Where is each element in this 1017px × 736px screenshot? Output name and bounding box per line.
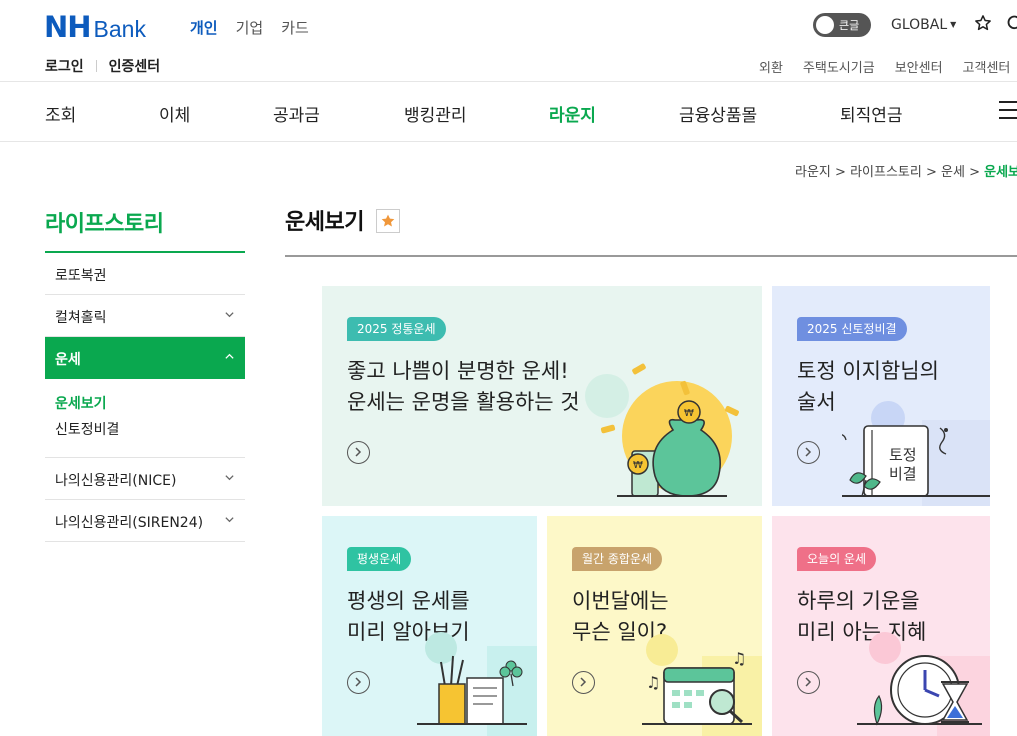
card-badge: 평생운세 <box>347 547 412 571</box>
arrow-right-circle-icon[interactable] <box>797 441 820 464</box>
toggle-label: 큰글 <box>839 19 860 32</box>
tojeong-book-illustration: 토정 비결 <box>842 401 990 506</box>
chevron-down-icon <box>225 517 234 523</box>
large-text-toggle[interactable]: 큰글 <box>813 13 871 37</box>
calendar-magnifier-illustration: ♫ ♫ <box>642 634 762 736</box>
logo-text: Bank <box>93 16 146 42</box>
card-today-fortune[interactable]: 오늘의 운세 하루의 기운을 미리 아는 지혜 <box>772 516 990 736</box>
global-label: GLOBAL <box>891 17 948 33</box>
star-icon[interactable] <box>974 14 992 32</box>
svg-text:♫: ♫ <box>732 649 746 668</box>
login-links: 로그인 인증센터 <box>45 56 160 76</box>
favorite-star-button[interactable] <box>376 209 400 233</box>
breadcrumb-item[interactable]: 라이프스토리 <box>850 165 922 180</box>
sidebar: 라이프스토리 로또복권 컬쳐홀릭 운세 운세보기 신토정비결 나의신용관리(NI… <box>45 200 245 542</box>
sidebar-item-credit-nice[interactable]: 나의신용관리(NICE) <box>45 458 245 500</box>
caret-down-icon: ▼ <box>950 20 957 29</box>
card-badge: 2025 신토정비결 <box>797 317 907 341</box>
clock-hourglass-illustration <box>857 632 990 736</box>
breadcrumb: 라운지 > 라이프스토리 > 운세 > 운세보기 <box>795 161 1017 180</box>
book-label-line2: 비결 <box>889 465 917 483</box>
card-line: 하루의 기운을 <box>797 589 920 613</box>
card-lifetime-fortune[interactable]: 평생운세 평생의 운세를 미리 알아보기 <box>322 516 537 736</box>
card-line: 토정 이지함님의 <box>797 359 939 383</box>
breadcrumb-separator: > <box>925 165 937 180</box>
card-line: 이번달에는 <box>572 589 669 613</box>
svg-text:♫: ♫ <box>646 673 660 692</box>
sidebar-item-fortune[interactable]: 운세 <box>45 337 245 379</box>
segment-tab-corporate[interactable]: 기업 <box>236 17 264 38</box>
chevron-down-icon <box>225 475 234 481</box>
gnb-lounge[interactable]: 라운지 <box>549 101 596 126</box>
card-2025-tojeong[interactable]: 2025 신토정비결 토정 이지함님의 술서 토정 비결 <box>772 286 990 506</box>
segment-tab-card[interactable]: 카드 <box>281 17 309 38</box>
arrow-right-circle-icon[interactable] <box>797 671 820 694</box>
sidebar-subitem-fortune-view[interactable]: 운세보기 <box>55 393 235 419</box>
segment-tabs: 개인 기업 카드 <box>190 17 309 38</box>
util-link-housing-fund[interactable]: 주택도시기금 <box>803 57 875 76</box>
cert-center-link[interactable]: 인증센터 <box>109 56 161 76</box>
top-bar: NH Bank 개인 기업 카드 큰글 GLOBAL ▼ <box>0 0 1017 50</box>
utility-links: 외환 주택도시기금 보안센터 고객센터 <box>759 57 1010 76</box>
card-line: 운세는 운명을 활용하는 것 <box>347 390 580 414</box>
sidebar-subitem-tojeong[interactable]: 신토정비결 <box>55 419 235 445</box>
chevron-down-icon <box>225 312 234 318</box>
sidebar-item-label: 운세 <box>55 352 81 368</box>
money-bag-illustration: ₩ ₩ <box>585 363 739 497</box>
segment-tab-personal[interactable]: 개인 <box>190 17 218 38</box>
book-label-line1: 토정 <box>889 446 917 464</box>
gnb-retirement-pension[interactable]: 퇴직연금 <box>840 101 903 126</box>
sidebar-title: 라이프스토리 <box>45 200 245 253</box>
svg-text:₩: ₩ <box>633 460 643 471</box>
sidebar-item-lotto[interactable]: 로또복권 <box>45 253 245 295</box>
chevron-up-icon <box>225 353 234 359</box>
logo-mark: NH <box>44 10 92 44</box>
card-badge: 오늘의 운세 <box>797 547 877 571</box>
sidebar-item-label: 나의신용관리(NICE) <box>55 473 177 489</box>
card-text: 좋고 나쁨이 분명한 운세! 운세는 운명을 활용하는 것 <box>347 356 580 418</box>
card-badge: 월간 종합운세 <box>572 547 663 571</box>
gnb-banking-management[interactable]: 뱅킹관리 <box>404 101 467 126</box>
global-dropdown[interactable]: GLOBAL ▼ <box>891 17 956 33</box>
breadcrumb-separator: > <box>969 165 980 180</box>
star-filled-icon <box>381 214 395 227</box>
arrow-right-circle-icon[interactable] <box>347 671 370 694</box>
search-icon[interactable] <box>1006 14 1017 34</box>
sidebar-item-label: 컬쳐홀릭 <box>55 310 107 326</box>
nh-bank-logo[interactable]: NH Bank <box>44 10 146 44</box>
breadcrumb-item[interactable]: 라운지 <box>795 165 831 180</box>
login-row: 로그인 인증센터 외환 주택도시기금 보안센터 고객센터 <box>0 50 1017 82</box>
breadcrumb-item[interactable]: 운세 <box>941 165 965 180</box>
sidebar-submenu: 운세보기 신토정비결 <box>45 379 245 458</box>
hamburger-menu-icon[interactable] <box>999 101 1017 121</box>
toggle-knob <box>816 16 834 34</box>
util-link-forex[interactable]: 외환 <box>759 57 783 76</box>
pencil-cup-clover-illustration <box>417 632 537 736</box>
card-line: 평생의 운세를 <box>347 589 470 613</box>
gnb-utility-bills[interactable]: 공과금 <box>273 101 320 126</box>
sidebar-item-label: 나의신용관리(SIREN24) <box>55 515 204 531</box>
gnb-financial-products[interactable]: 금융상품몰 <box>679 101 757 126</box>
card-line: 좋고 나쁨이 분명한 운세! <box>347 359 569 383</box>
sidebar-item-credit-siren24[interactable]: 나의신용관리(SIREN24) <box>45 500 245 542</box>
card-badge: 2025 정통운세 <box>347 317 446 341</box>
breadcrumb-current: 운세보기 <box>984 165 1017 180</box>
arrow-right-circle-icon[interactable] <box>347 441 370 464</box>
card-2025-classic-fortune[interactable]: 2025 정통운세 좋고 나쁨이 분명한 운세! 운세는 운명을 활용하는 것 … <box>322 286 762 506</box>
gnb-inquiry[interactable]: 조회 <box>45 101 76 126</box>
login-link[interactable]: 로그인 <box>45 56 84 76</box>
main-navigation: 조회 이체 공과금 뱅킹관리 라운지 금융상품몰 퇴직연금 <box>0 82 1017 142</box>
page-title: 운세보기 <box>285 210 364 235</box>
breadcrumb-separator: > <box>835 165 846 180</box>
divider <box>95 60 97 72</box>
gnb-transfer[interactable]: 이체 <box>159 101 190 126</box>
page-header: 운세보기 <box>285 204 1017 257</box>
card-monthly-fortune[interactable]: 월간 종합운세 이번달에는 무슨 일이? ♫ ♫ <box>547 516 762 736</box>
sidebar-item-culture[interactable]: 컬쳐홀릭 <box>45 295 245 337</box>
util-link-security-center[interactable]: 보안센터 <box>895 57 943 76</box>
svg-text:₩: ₩ <box>684 408 694 419</box>
arrow-right-circle-icon[interactable] <box>572 671 595 694</box>
sidebar-item-label: 로또복권 <box>55 268 107 284</box>
util-link-customer-center[interactable]: 고객센터 <box>963 57 1011 76</box>
